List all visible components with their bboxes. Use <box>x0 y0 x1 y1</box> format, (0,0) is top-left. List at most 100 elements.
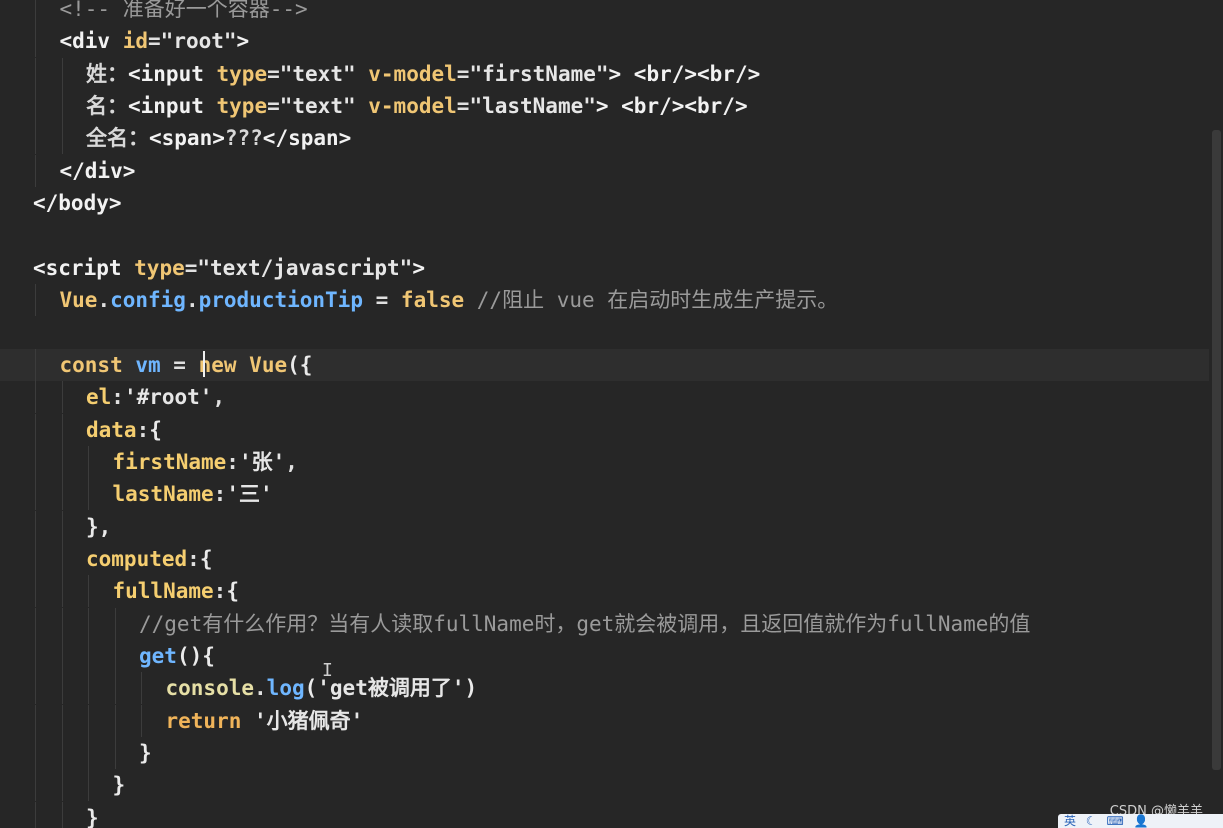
indent-guide <box>61 122 63 155</box>
indent-guide <box>35 542 36 575</box>
indent-guide <box>35 381 36 414</box>
code-text: //get有什么作用？当有人读取fullName时，get就会被调用，且返回值就… <box>139 608 1030 640</box>
indent-guide <box>88 607 89 640</box>
ime-toolbar[interactable]: 英 ☾ ⌨ 👤 <box>1058 814 1223 828</box>
code-token: productionTip <box>198 288 363 313</box>
code-token: "lastName" <box>469 94 596 119</box>
code-text: return '小猪佩奇' <box>166 705 364 737</box>
indent-guide <box>114 672 116 705</box>
code-token: = <box>267 61 280 86</box>
indent-guide <box>35 704 36 737</box>
indent-guide <box>114 640 116 672</box>
code-token: type <box>134 255 185 280</box>
code-text: 名：<input type="text" v-model="lastName">… <box>86 90 748 122</box>
indent-guide <box>35 122 36 155</box>
ibeam-cursor-icon: I <box>322 660 333 681</box>
code-token: Vue <box>249 352 288 377</box>
code-text: data:{ <box>86 414 162 446</box>
code-token: > <box>236 29 250 54</box>
code-line: 全名：<span>???</span> <box>0 122 1223 155</box>
code-line: console.log('get被调用了') <box>0 672 1223 705</box>
code-line: data:{ <box>0 413 1223 446</box>
code-line: 名：<input type="text" v-model="lastName">… <box>0 90 1223 123</box>
code-text: const vm = new Vue({ <box>60 349 313 381</box>
indent-guide <box>61 510 63 543</box>
code-token: = <box>456 61 470 86</box>
code-token: '三' <box>226 482 273 507</box>
code-text: 全名：<span>???</span> <box>86 122 351 154</box>
code-line: <script type="text/javascript"> <box>0 252 1223 284</box>
code-token: fullName <box>112 579 214 604</box>
code-line: } <box>0 801 1223 828</box>
indent-guide <box>35 445 36 478</box>
code-token: = <box>148 29 161 54</box>
code-line: </div> <box>0 154 1223 187</box>
keyboard-icon[interactable]: ⌨ <box>1106 814 1123 828</box>
indent-guide <box>61 90 63 123</box>
code-editor[interactable]: <!-- 准备好一个容器--> <div id="root"> 姓：<input t… <box>0 0 1223 828</box>
code-token: ??? <box>224 126 263 151</box>
code-token: v-model <box>368 61 457 86</box>
code-token: Vue <box>59 288 98 313</box>
code-line: firstName:'张', <box>0 445 1223 478</box>
indent-guide <box>61 672 63 705</box>
indent-guide <box>61 704 63 737</box>
code-token: ( <box>304 676 318 701</box>
code-token: //get有什么作用？当有人读取fullName时，get就会被调用，且返回值就… <box>139 611 1031 636</box>
indent-guide <box>61 381 63 414</box>
indent-guide <box>35 57 36 90</box>
code-token: type <box>216 94 268 119</box>
code-token: get <box>139 644 177 668</box>
indent-guide <box>35 154 36 187</box>
code-token: , <box>285 449 298 474</box>
code-line: el:'#root', <box>0 381 1223 414</box>
indent-guide <box>61 445 63 478</box>
code-token: log <box>266 676 305 701</box>
scrollbar-thumb[interactable] <box>1212 130 1221 770</box>
indent-guide <box>35 510 36 543</box>
code-token: //阻止 vue 在启动时生成生产提示。 <box>476 288 839 313</box>
code-token: lastName <box>112 482 214 507</box>
indent-guide <box>88 640 89 672</box>
code-token: { <box>226 579 239 604</box>
code-text: } <box>113 769 126 801</box>
code-text: get(){ <box>139 640 215 672</box>
indent-guide <box>61 542 63 575</box>
ime-language-toggle[interactable]: 英 <box>1064 814 1076 828</box>
indent-guide <box>61 737 63 770</box>
code-token: > <box>412 255 425 280</box>
indent-guide <box>61 801 63 828</box>
code-token: > <br/><br/> <box>595 94 748 119</box>
vertical-scrollbar[interactable] <box>1209 0 1223 828</box>
code-token: . <box>254 676 267 701</box>
code-token: = <box>184 255 198 280</box>
moon-icon[interactable]: ☾ <box>1086 814 1097 828</box>
code-text: firstName:'张', <box>113 446 298 478</box>
code-token: . <box>97 288 111 313</box>
code-token: return <box>165 708 255 733</box>
code-token: <span> <box>149 126 225 151</box>
code-token: new <box>198 352 250 377</box>
indent-guide <box>35 575 36 608</box>
indent-guide <box>88 575 89 608</box>
code-line: fullName:{ <box>0 575 1223 608</box>
text-caret <box>203 351 205 377</box>
indent-guide <box>35 607 36 640</box>
indent-guide <box>114 737 116 770</box>
code-token: </body> <box>33 191 122 216</box>
code-token: : <box>213 482 227 507</box>
indent-guide <box>61 478 63 511</box>
code-text: } <box>139 737 152 769</box>
indent-guide <box>61 413 63 446</box>
indent-guide <box>88 478 89 511</box>
indent-guide <box>35 284 36 317</box>
code-token: "firstName" <box>469 61 609 86</box>
code-line: Vue.config.productionTip = false //阻止 vu… <box>0 284 1223 317</box>
indent-guide <box>114 704 116 737</box>
code-token: { <box>199 546 213 571</box>
person-icon[interactable]: 👤 <box>1134 814 1149 828</box>
code-text: computed:{ <box>86 543 212 575</box>
code-line: } <box>0 769 1223 802</box>
code-text: </body> <box>33 187 122 219</box>
